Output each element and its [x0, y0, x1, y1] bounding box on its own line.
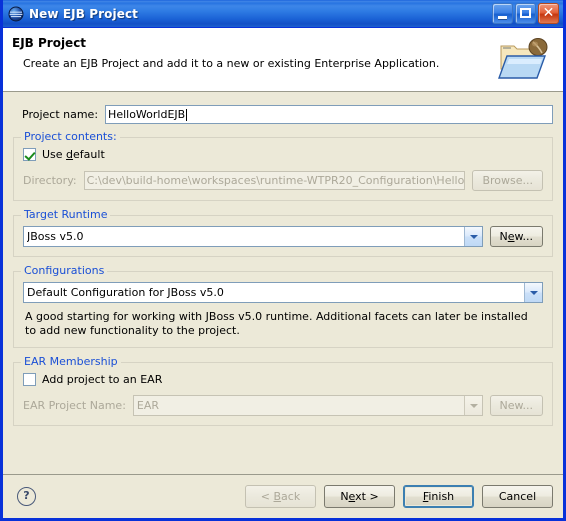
- ear-membership-group-label: EAR Membership: [21, 356, 121, 368]
- page-title: EJB Project: [12, 36, 87, 50]
- project-contents-group: Project contents: Use default Directory:…: [13, 131, 553, 201]
- target-runtime-group-label: Target Runtime: [21, 209, 111, 221]
- directory-row: Directory: C:\dev\build-home\workspaces\…: [23, 170, 543, 191]
- help-question-icon[interactable]: ?: [17, 487, 36, 506]
- text-caret: [186, 108, 188, 121]
- window-controls: ✕: [492, 3, 559, 24]
- target-runtime-row: JBoss v5.0 New...: [23, 226, 543, 247]
- browse-button: Browse...: [472, 170, 543, 191]
- project-contents-group-label: Project contents:: [21, 131, 120, 143]
- close-icon: ✕: [542, 5, 555, 21]
- ear-membership-group: EAR Membership Add project to an EAR EAR…: [13, 356, 553, 426]
- configuration-description: A good starting for working with JBoss v…: [25, 310, 528, 337]
- use-default-label: Use default: [42, 148, 105, 161]
- dialog-footer: ? < Back Next > Finish Cancel: [3, 474, 563, 518]
- back-button: < Back: [245, 485, 316, 508]
- wizard-body: Project name: HelloWorldEJB Project cont…: [3, 92, 563, 475]
- ejb-project-folder-icon: [493, 34, 555, 86]
- target-runtime-group: Target Runtime JBoss v5.0 New...: [13, 209, 553, 257]
- configurations-group-label: Configurations: [21, 265, 108, 277]
- configurations-value: Default Configuration for JBoss v5.0: [27, 286, 224, 299]
- configurations-group: Configurations Default Configuration for…: [13, 265, 553, 348]
- add-to-ear-label: Add project to an EAR: [42, 373, 163, 386]
- configurations-row: Default Configuration for JBoss v5.0: [23, 282, 543, 303]
- page-description: Create an EJB Project and add it to a ne…: [23, 57, 440, 70]
- ear-project-name-label: EAR Project Name:: [23, 399, 126, 412]
- new-ejb-project-dialog: New EJB Project ✕ EJB Project Create an …: [0, 0, 566, 521]
- new-ear-button: New...: [489, 395, 543, 416]
- maximize-icon: [520, 8, 531, 18]
- project-name-label: Project name:: [22, 108, 99, 121]
- window-title: New EJB Project: [29, 6, 138, 21]
- chevron-down-icon[interactable]: [463, 227, 482, 246]
- add-to-ear-checkbox[interactable]: [23, 373, 36, 386]
- project-name-row: Project name: HelloWorldEJB: [13, 92, 553, 124]
- close-button[interactable]: ✕: [538, 3, 559, 24]
- directory-value: C:\dev\build-home\workspaces\runtime-WTP…: [86, 174, 465, 187]
- project-name-input[interactable]: HelloWorldEJB: [105, 105, 553, 124]
- target-runtime-value: JBoss v5.0: [27, 230, 84, 243]
- configurations-combo[interactable]: Default Configuration for JBoss v5.0: [23, 282, 543, 303]
- project-name-value: HelloWorldEJB: [108, 108, 186, 121]
- finish-button[interactable]: Finish: [403, 485, 474, 508]
- ear-project-name-value: EAR: [136, 399, 160, 412]
- add-to-ear-row[interactable]: Add project to an EAR: [23, 373, 543, 386]
- use-default-checkbox[interactable]: [23, 148, 36, 161]
- maximize-button[interactable]: [515, 3, 536, 24]
- ear-project-name-row: EAR Project Name: EAR New...: [23, 395, 543, 416]
- title-bar: New EJB Project ✕: [3, 0, 563, 28]
- directory-input: C:\dev\build-home\workspaces\runtime-WTP…: [83, 171, 466, 190]
- ear-project-name-combo: EAR: [132, 395, 483, 416]
- minimize-icon: [498, 16, 507, 19]
- chevron-down-icon[interactable]: [524, 283, 542, 302]
- cancel-button[interactable]: Cancel: [482, 485, 553, 508]
- new-runtime-button[interactable]: New...: [489, 226, 543, 247]
- minimize-button[interactable]: [492, 3, 513, 24]
- target-runtime-combo[interactable]: JBoss v5.0: [23, 226, 483, 247]
- directory-label: Directory:: [23, 174, 77, 187]
- eclipse-icon: [8, 6, 24, 21]
- next-button[interactable]: Next >: [324, 485, 395, 508]
- wizard-header: EJB Project Create an EJB Project and ad…: [3, 28, 563, 92]
- use-default-row[interactable]: Use default: [23, 148, 543, 161]
- chevron-down-icon: [463, 396, 482, 415]
